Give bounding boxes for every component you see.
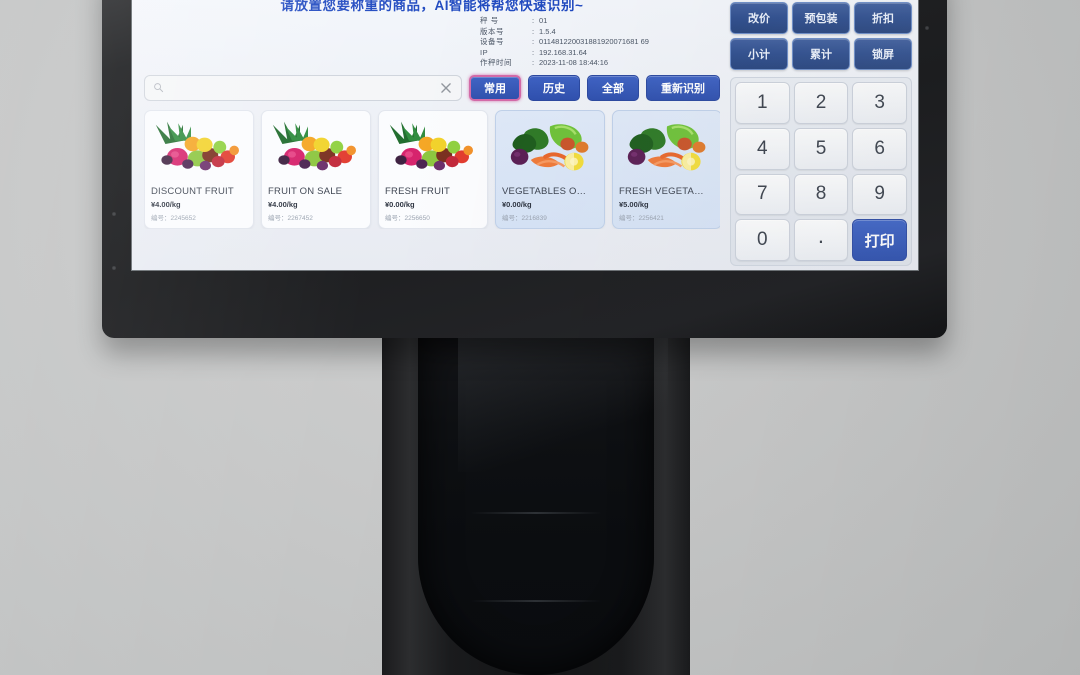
info-value: 01 bbox=[539, 16, 548, 25]
key-1[interactable]: 1 bbox=[735, 82, 790, 124]
device-info-block: 秤 号 : 01 版本号 : 1.5.4 设备号 : 0114812200318… bbox=[480, 16, 710, 69]
info-separator: : bbox=[532, 58, 535, 67]
close-icon[interactable] bbox=[439, 81, 453, 95]
subtotal-button[interactable]: 小计 bbox=[730, 38, 788, 70]
info-label: 作秤时间 bbox=[480, 58, 512, 67]
vegetable-basket-icon bbox=[502, 116, 598, 180]
discount-button[interactable]: 折扣 bbox=[854, 2, 912, 34]
info-value: 011481220031881920071681 69 bbox=[539, 37, 649, 46]
key-4[interactable]: 4 bbox=[735, 127, 790, 170]
device-info-row: IP : 192.168.31.64 bbox=[480, 48, 710, 59]
product-code: 编号：2256421 bbox=[619, 214, 664, 222]
total-button[interactable]: 累计 bbox=[792, 38, 850, 70]
info-separator: : bbox=[532, 37, 535, 46]
product-code: 编号：2267452 bbox=[268, 214, 313, 222]
fruit-basket-icon bbox=[268, 116, 364, 180]
info-value: 1.5.4 bbox=[539, 26, 556, 36]
stand-seam bbox=[470, 600, 602, 602]
info-separator: : bbox=[532, 47, 535, 57]
product-code: 编号：2245652 bbox=[151, 214, 196, 222]
fruit-basket-icon bbox=[385, 116, 481, 180]
key-decimal-point[interactable]: . bbox=[793, 219, 849, 261]
product-price: ¥0.00/kg bbox=[385, 199, 415, 209]
key-0[interactable]: 0 bbox=[735, 219, 790, 261]
info-label: 版本号 bbox=[480, 26, 504, 36]
product-name: FRESH FRUIT bbox=[385, 185, 451, 197]
stand-glare bbox=[458, 332, 668, 472]
vegetable-basket-icon bbox=[619, 116, 715, 180]
product-name: FRESH VEGETA… bbox=[619, 185, 704, 197]
info-label: 秤 号 bbox=[480, 16, 499, 25]
product-card[interactable]: VEGETABLES O… ¥0.00/kg 编号：2216839 bbox=[495, 109, 605, 229]
product-name: DISCOUNT FRUIT bbox=[151, 185, 234, 197]
product-card[interactable]: FRESH FRUIT ¥0.00/kg 编号：2256650 bbox=[378, 109, 488, 229]
prepackage-button[interactable]: 预包装 bbox=[792, 2, 850, 34]
product-price: ¥4.00/kg bbox=[268, 199, 298, 209]
product-name: FRUIT ON SALE bbox=[268, 185, 343, 197]
function-button-grid: 改价 预包装 折扣 小计 累计 锁屏 bbox=[730, 2, 912, 70]
search-input[interactable] bbox=[164, 82, 439, 93]
search-box[interactable] bbox=[144, 74, 462, 101]
numeric-keypad: 1 2 3 4 5 6 7 8 9 0 . 打印 bbox=[730, 77, 912, 266]
product-price: ¥0.00/kg bbox=[502, 199, 532, 209]
info-label: IP bbox=[480, 47, 489, 57]
change-price-button[interactable]: 改价 bbox=[730, 2, 788, 34]
search-icon bbox=[154, 83, 164, 93]
key-3[interactable]: 3 bbox=[852, 82, 907, 124]
print-button[interactable]: 打印 bbox=[852, 219, 907, 261]
product-name: VEGETABLES O… bbox=[502, 185, 587, 197]
photo-scene: 请放置您要称重的商品，AI智能将帮您快速识别~ 秤 号 : 01 版本号 : 1… bbox=[0, 0, 1080, 675]
stand-seam bbox=[470, 512, 602, 514]
info-value: 2023-11-08 18:44:16 bbox=[539, 58, 609, 67]
product-price: ¥4.00/kg bbox=[151, 199, 181, 209]
scale-stand bbox=[382, 330, 690, 675]
info-label: 设备号 bbox=[480, 37, 504, 46]
key-6[interactable]: 6 bbox=[852, 127, 907, 170]
info-separator: : bbox=[532, 26, 535, 36]
product-grid: DISCOUNT FRUIT ¥4.00/kg 编号：2245652 FRUIT… bbox=[144, 109, 720, 229]
tab-all[interactable]: 全部 bbox=[587, 74, 639, 101]
fruit-basket-icon bbox=[151, 116, 247, 180]
touchscreen[interactable]: 请放置您要称重的商品，AI智能将帮您快速识别~ 秤 号 : 01 版本号 : 1… bbox=[132, 0, 918, 270]
key-5[interactable]: 5 bbox=[793, 127, 849, 170]
device-info-row: 秤 号 : 01 bbox=[480, 16, 710, 27]
search-and-tabs-row: 常用 历史 全部 重新识别 bbox=[144, 74, 720, 101]
tab-recognize-again[interactable]: 重新识别 bbox=[646, 74, 720, 101]
tab-frequent[interactable]: 常用 bbox=[469, 74, 521, 101]
bezel-screw bbox=[112, 266, 116, 270]
pos-app: 请放置您要称重的商品，AI智能将帮您快速识别~ 秤 号 : 01 版本号 : 1… bbox=[132, 0, 918, 270]
product-code: 编号：2256650 bbox=[385, 214, 430, 222]
product-card[interactable]: FRUIT ON SALE ¥4.00/kg 编号：2267452 bbox=[261, 109, 371, 229]
product-code: 编号：2216839 bbox=[502, 214, 547, 222]
lock-screen-button[interactable]: 锁屏 bbox=[854, 38, 912, 70]
device-info-row: 作秤时间 : 2023-11-08 18:44:16 bbox=[480, 58, 710, 69]
key-9[interactable]: 9 bbox=[852, 173, 907, 216]
key-7[interactable]: 7 bbox=[735, 173, 790, 216]
device-info-row: 版本号 : 1.5.4 bbox=[480, 27, 710, 38]
info-value: 192.168.31.64 bbox=[539, 47, 587, 57]
product-card[interactable]: DISCOUNT FRUIT ¥4.00/kg 编号：2245652 bbox=[144, 109, 254, 229]
stand-body bbox=[418, 332, 668, 675]
info-separator: : bbox=[532, 16, 535, 25]
left-pane: 请放置您要称重的商品，AI智能将帮您快速识别~ 秤 号 : 01 版本号 : 1… bbox=[132, 0, 728, 270]
key-8[interactable]: 8 bbox=[793, 173, 849, 216]
tab-history[interactable]: 历史 bbox=[528, 74, 580, 101]
product-price: ¥5.00/kg bbox=[619, 199, 649, 209]
device-info-row: 设备号 : 011481220031881920071681 69 bbox=[480, 37, 710, 48]
ai-hint-banner: 请放置您要称重的商品，AI智能将帮您快速识别~ bbox=[280, 0, 584, 13]
key-2[interactable]: 2 bbox=[793, 82, 849, 124]
bezel-screw bbox=[925, 26, 929, 30]
product-card[interactable]: FRESH VEGETA… ¥5.00/kg 编号：2256421 bbox=[612, 109, 720, 229]
monitor-bezel: 请放置您要称重的商品，AI智能将帮您快速识别~ 秤 号 : 01 版本号 : 1… bbox=[102, 0, 947, 338]
bezel-screw bbox=[112, 212, 116, 216]
right-pane: 改价 预包装 折扣 小计 累计 锁屏 1 2 3 4 5 6 7 8 9 0 .… bbox=[728, 0, 918, 270]
